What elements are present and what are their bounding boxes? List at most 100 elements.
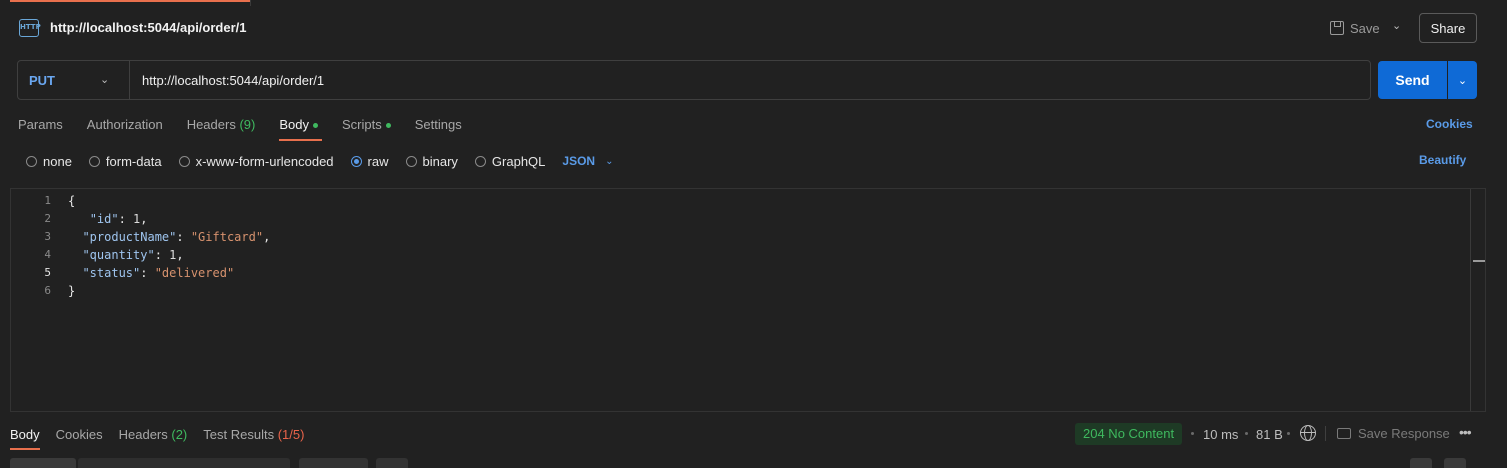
response-view-tab[interactable] — [10, 458, 76, 468]
share-button[interactable]: Share — [1419, 13, 1477, 43]
code-content[interactable]: { "id": 1, "productName": "Giftcard", "q… — [68, 192, 270, 300]
save-options-chevron-icon[interactable]: ⌄ — [1392, 19, 1401, 32]
url-input[interactable]: http://localhost:5044/api/order/1 — [142, 73, 324, 88]
tab-scripts[interactable]: Scripts — [342, 117, 391, 139]
response-headers-count: (2) — [171, 427, 188, 442]
response-tabs: Body Cookies Headers (2) Test Results (1… — [10, 427, 304, 450]
body-type-urlencoded-label: x-www-form-urlencoded — [195, 153, 334, 169]
save-button[interactable]: Save — [1330, 19, 1380, 37]
save-label: Save — [1350, 20, 1380, 36]
code-token-str: "delivered" — [154, 266, 235, 280]
active-tab-indicator — [10, 0, 250, 2]
body-type-none[interactable]: none — [26, 154, 72, 169]
tab-headers[interactable]: Headers (9) — [187, 117, 256, 139]
globe-icon[interactable] — [1300, 425, 1316, 441]
response-format-select[interactable] — [78, 458, 290, 468]
format-select[interactable]: JSON ⌄ — [562, 154, 613, 168]
scripts-indicator-dot — [385, 123, 391, 129]
code-token-key: "id" — [89, 212, 119, 226]
test-results-count: (1/5) — [277, 427, 305, 442]
method-label: PUT — [29, 73, 55, 88]
format-label: JSON — [562, 154, 596, 168]
body-type-binary-label: binary — [422, 153, 458, 169]
line-number: 3 — [44, 230, 51, 243]
radio-binary[interactable] — [405, 155, 417, 167]
radio-raw[interactable] — [350, 155, 362, 167]
request-tabs: Params Authorization Headers (9) Body Sc… — [18, 117, 462, 141]
code-token-plain: , — [140, 212, 148, 226]
code-token-plain: { — [68, 194, 76, 208]
response-tab-test-results[interactable]: Test Results (1/5) — [203, 427, 304, 442]
beautify-button[interactable]: Beautify — [1419, 153, 1466, 167]
status-badge[interactable]: 204 No Content — [1075, 423, 1183, 445]
code-token-plain: } — [68, 284, 76, 298]
response-action-icon[interactable] — [1444, 458, 1466, 468]
code-line[interactable]: "id": 1, — [68, 210, 270, 228]
code-token-plain: : — [140, 266, 155, 280]
send-options-chevron-down-icon[interactable]: ⌄ — [1448, 61, 1477, 99]
editor-scrollbar-track[interactable] — [1470, 189, 1471, 411]
tab-settings[interactable]: Settings — [415, 117, 462, 139]
tab-headers-label: Headers — [186, 117, 236, 132]
separator-dot — [1191, 432, 1194, 435]
method-select[interactable]: PUT ⌄ — [18, 61, 130, 99]
code-line[interactable]: "productName": "Giftcard", — [68, 228, 270, 246]
tab-body-label: Body — [279, 117, 309, 132]
code-token-plain: : — [118, 212, 134, 226]
code-line[interactable]: "status": "delivered" — [68, 264, 270, 282]
response-tab-tests-label: Test Results — [203, 427, 275, 442]
request-title[interactable]: http://localhost:5044/api/order/1 — [50, 20, 247, 35]
cookies-link[interactable]: Cookies — [1426, 117, 1473, 131]
body-type-raw[interactable]: raw — [350, 153, 389, 169]
http-request-icon: HTTP — [19, 19, 41, 37]
editor-scrollbar-thumb[interactable] — [1473, 260, 1485, 262]
send-button[interactable]: Send — [1378, 61, 1447, 99]
code-token-plain: , — [263, 230, 271, 244]
response-action-icon[interactable] — [1410, 458, 1432, 468]
response-option-button[interactable] — [299, 458, 368, 468]
radio-form-data[interactable] — [88, 155, 100, 167]
tab-params[interactable]: Params — [18, 117, 63, 139]
tab-strip — [0, 0, 1507, 6]
line-number: 4 — [44, 248, 51, 261]
body-type-urlencoded[interactable]: x-www-form-urlencoded — [178, 153, 334, 169]
radio-none[interactable] — [26, 155, 37, 167]
format-chevron-down-icon: ⌄ — [605, 155, 614, 167]
radio-urlencoded[interactable] — [178, 155, 190, 167]
body-editor[interactable]: 1 2 3 4 5 6 { "id": 1, "productName": "Giftca… — [10, 188, 1486, 412]
body-type-graphql[interactable]: GraphQL — [474, 154, 545, 169]
save-response-button[interactable]: Save Response — [1337, 426, 1450, 441]
response-tab-headers[interactable]: Headers (2) — [119, 427, 188, 442]
method-chevron-down-icon: ⌄ — [100, 74, 110, 86]
response-tab-cookies[interactable]: Cookies — [56, 427, 103, 442]
body-type-raw-label: raw — [367, 153, 389, 169]
save-response-label: Save Response — [1358, 426, 1450, 441]
body-type-form-data[interactable]: form-data — [88, 154, 162, 169]
request-title-row: HTTP http://localhost:5044/api/order/1 S… — [0, 10, 1507, 46]
tab-divider — [250, 0, 251, 6]
radio-graphql[interactable] — [474, 155, 486, 167]
body-type-binary[interactable]: binary — [405, 153, 458, 169]
code-token-str: "Giftcard" — [190, 230, 264, 244]
code-line[interactable]: { — [68, 192, 270, 210]
save-icon — [1330, 21, 1344, 35]
code-token-plain: : — [176, 230, 191, 244]
code-line[interactable]: "quantity": 1, — [68, 246, 270, 264]
response-option-icon[interactable] — [376, 458, 408, 468]
line-number-gutter: 1 2 3 4 5 6 — [11, 192, 51, 300]
code-line[interactable]: } — [68, 282, 270, 300]
separator-dot — [1287, 432, 1290, 435]
code-token-plain: : — [154, 248, 170, 262]
more-options-icon[interactable]: ••• — [1459, 424, 1472, 440]
response-tab-body[interactable]: Body — [10, 427, 40, 450]
response-size[interactable]: 81 B — [1256, 427, 1283, 442]
tab-body[interactable]: Body — [279, 117, 322, 141]
save-response-icon — [1337, 428, 1351, 439]
line-number: 6 — [44, 284, 51, 297]
response-time[interactable]: 10 ms — [1203, 427, 1238, 442]
http-icon-text: HTTP — [20, 23, 41, 31]
tab-authorization[interactable]: Authorization — [87, 117, 163, 139]
separator-dot — [1245, 432, 1248, 435]
